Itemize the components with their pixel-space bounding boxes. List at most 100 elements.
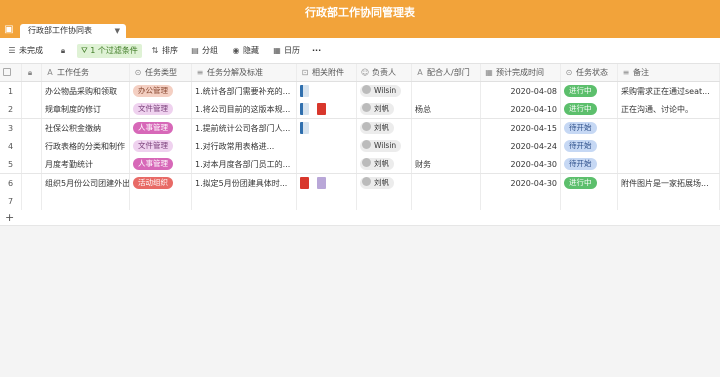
status-cell[interactable]	[561, 191, 618, 210]
due-cell[interactable]	[481, 191, 561, 210]
status-cell[interactable]: 进行中	[561, 173, 618, 192]
task-cell[interactable]	[42, 191, 130, 210]
type-cell[interactable]: 人事管理	[130, 155, 192, 174]
status-cell[interactable]: 待开始	[561, 155, 618, 174]
note-cell[interactable]: 正在沟通、讨论中。	[618, 100, 720, 119]
sort-button[interactable]: ⇅ 排序	[150, 45, 178, 57]
table-row[interactable]: 5 月度考勤统计 人事管理 1.对本月度各部门员工的... 刘帆 财务 2020-04-30…	[0, 155, 720, 175]
more-button[interactable]: ···	[312, 45, 321, 57]
type-cell[interactable]: 文件管理	[130, 100, 192, 119]
tab-work-table[interactable]: 行政部工作协同表 ▼	[20, 24, 126, 38]
task-cell[interactable]: 规章制度的修订	[42, 100, 130, 119]
status-cell[interactable]: 进行中	[561, 82, 618, 100]
files-cell[interactable]	[297, 82, 357, 100]
due-cell[interactable]: 2020-04-15	[481, 118, 561, 137]
column-header-owner[interactable]: ☺ 负责人	[357, 64, 412, 81]
partner-cell[interactable]	[412, 191, 481, 210]
type-cell[interactable]: 人事管理	[130, 118, 192, 137]
row-number[interactable]: 1	[0, 82, 22, 100]
column-header-note[interactable]: ≡ 备注	[618, 64, 720, 81]
due-cell[interactable]: 2020-04-30	[481, 155, 561, 174]
row-number[interactable]: 3	[0, 118, 22, 137]
note-cell[interactable]	[618, 118, 720, 137]
table-row[interactable]: 4 行政表格的分类和制作 文件管理 1.对行政常用表格进... Wilsin 2020-0…	[0, 136, 720, 156]
hide-button[interactable]: ◉ 隐藏	[231, 45, 260, 57]
owner-cell[interactable]: Wilsin	[357, 136, 412, 155]
row-number[interactable]: 5	[0, 155, 22, 174]
status-cell[interactable]: 待开始	[561, 118, 618, 137]
type-cell[interactable]: 文件管理	[130, 136, 192, 155]
table-row[interactable]: 3 社保公积金缴纳 人事管理 1.提前统计公司各部门人... 刘帆 2020-04-15 待…	[0, 118, 720, 138]
doc-file-icon[interactable]	[300, 85, 309, 97]
owner-cell[interactable]: 刘帆	[357, 155, 412, 174]
status-cell[interactable]: 待开始	[561, 136, 618, 155]
table-row[interactable]: 6 组织5月份公司团建外出 活动组织 1.拟定5月份团建具体时... 刘帆 2020-04…	[0, 173, 720, 193]
doc-file-icon[interactable]	[300, 103, 309, 116]
doc-file-icon[interactable]	[300, 121, 309, 134]
task-cell[interactable]: 行政表格的分类和制作	[42, 136, 130, 155]
select-all-checkbox[interactable]	[0, 64, 22, 81]
note-cell[interactable]: 采购需求正在通过seat...	[618, 82, 720, 100]
column-header-files[interactable]: ⊡ 相关附件	[297, 64, 357, 81]
type-cell[interactable]: 活动组织	[130, 173, 192, 192]
row-number[interactable]: 7	[0, 191, 22, 210]
detail-cell[interactable]: 1.统计各部门需要补充的...	[192, 82, 297, 100]
row-number[interactable]: 4	[0, 136, 22, 155]
chevron-down-icon[interactable]: ▼	[115, 24, 120, 38]
partner-cell[interactable]	[412, 173, 481, 192]
files-cell[interactable]	[297, 136, 357, 155]
row-number[interactable]: 6	[0, 173, 22, 192]
files-cell[interactable]	[297, 173, 357, 192]
table-row[interactable]: 1 办公物品采购和领取 办公管理 1.统计各部门需要补充的... Wilsin 2020-…	[0, 82, 720, 101]
partner-cell[interactable]	[412, 118, 481, 137]
type-cell[interactable]: 办公管理	[130, 82, 192, 100]
note-cell[interactable]	[618, 191, 720, 210]
owner-cell[interactable]: Wilsin	[357, 82, 412, 100]
pdf-file-icon[interactable]	[317, 103, 326, 116]
task-cell[interactable]: 月度考勤统计	[42, 155, 130, 174]
row-number[interactable]: 2	[0, 100, 22, 119]
partner-cell[interactable]: 杨总	[412, 100, 481, 119]
files-cell[interactable]	[297, 191, 357, 210]
partner-cell[interactable]	[412, 136, 481, 155]
note-cell[interactable]: 附件图片是一家拓展场...	[618, 173, 720, 192]
status-cell[interactable]: 进行中	[561, 100, 618, 119]
detail-cell[interactable]	[192, 191, 297, 210]
task-cell[interactable]: 社保公积金缴纳	[42, 118, 130, 137]
add-row-button[interactable]: +	[0, 210, 720, 227]
owner-cell[interactable]	[357, 191, 412, 210]
pdf-file-icon[interactable]	[300, 176, 309, 189]
detail-cell[interactable]: 1.提前统计公司各部门人...	[192, 118, 297, 137]
img-file-icon[interactable]	[317, 176, 326, 189]
owner-cell[interactable]: 刘帆	[357, 100, 412, 119]
column-header-due[interactable]: ▦ 预计完成时间	[481, 64, 561, 81]
column-header-partner[interactable]: A 配合人/部门	[412, 64, 481, 81]
partner-cell[interactable]: 财务	[412, 155, 481, 174]
detail-cell[interactable]: 1.对行政常用表格进...	[192, 136, 297, 155]
calendar-button[interactable]: ▦ 日历	[272, 45, 300, 57]
table-row[interactable]: 7	[0, 191, 720, 211]
due-cell[interactable]: 2020-04-08	[481, 82, 561, 100]
files-cell[interactable]	[297, 155, 357, 174]
due-cell[interactable]: 2020-04-10	[481, 100, 561, 119]
table-row[interactable]: 2 规章制度的修订 文件管理 1.将公司目前的这版本规... 刘帆 杨总 2020-04-1…	[0, 100, 720, 120]
task-cell[interactable]: 组织5月份公司团建外出	[42, 173, 130, 192]
group-button[interactable]: ▤ 分组	[190, 45, 218, 57]
note-cell[interactable]	[618, 136, 720, 155]
lock-icon[interactable]: 🔒︎	[58, 45, 70, 57]
owner-cell[interactable]: 刘帆	[357, 118, 412, 137]
type-cell[interactable]	[130, 191, 192, 210]
view-unfinished-button[interactable]: ☰ 未完成	[7, 45, 43, 57]
detail-cell[interactable]: 1.将公司目前的这版本规...	[192, 100, 297, 119]
partner-cell[interactable]	[412, 82, 481, 100]
files-cell[interactable]	[297, 118, 357, 137]
due-cell[interactable]: 2020-04-30	[481, 173, 561, 192]
detail-cell[interactable]: 1.对本月度各部门员工的...	[192, 155, 297, 174]
files-cell[interactable]	[297, 100, 357, 119]
column-header-type[interactable]: ⊙ 任务类型	[130, 64, 192, 81]
note-cell[interactable]	[618, 155, 720, 174]
add-table-icon[interactable]: ▣	[3, 24, 15, 36]
filter-button[interactable]: ⛛ 1 个过滤条件	[77, 44, 142, 58]
due-cell[interactable]: 2020-04-24	[481, 136, 561, 155]
column-header-detail[interactable]: ≡ 任务分解及标准	[192, 64, 297, 81]
